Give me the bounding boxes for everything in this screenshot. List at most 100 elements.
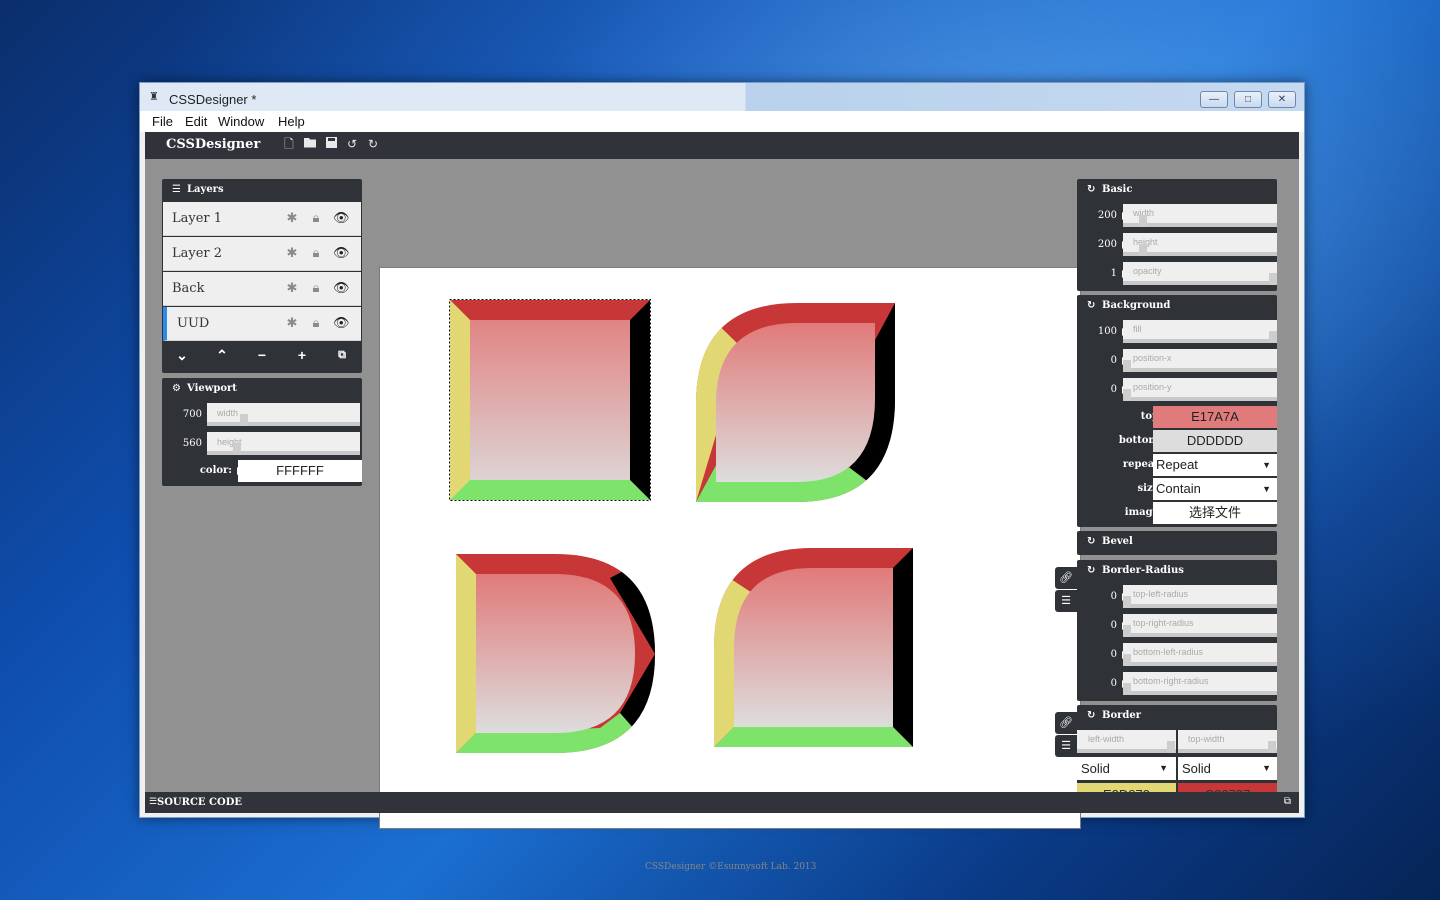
lock-icon[interactable]: 🔒︎ xyxy=(309,211,323,225)
move-up-icon[interactable]: ⌃ xyxy=(214,347,230,363)
slider-track xyxy=(207,422,360,426)
background-fill-slider[interactable]: fill xyxy=(1123,320,1277,343)
background-fill-value: 100 xyxy=(1097,326,1117,337)
top-style-select[interactable]: Solid ▼ xyxy=(1178,757,1277,780)
menu-file[interactable]: File xyxy=(152,114,173,129)
list-icon[interactable]: ☰ xyxy=(1055,590,1077,612)
slider-knob[interactable] xyxy=(1269,331,1277,343)
reset-icon[interactable]: ↻ xyxy=(1087,705,1099,727)
background-panel-header[interactable]: ↻ Background xyxy=(1077,295,1277,317)
list-icon[interactable]: ☰ xyxy=(1055,735,1077,757)
slider-knob[interactable] xyxy=(1167,741,1175,753)
open-folder-icon[interactable] xyxy=(303,137,317,151)
shape-leaf[interactable] xyxy=(696,303,896,503)
slider-knob[interactable] xyxy=(1123,683,1131,695)
bevel-panel[interactable]: ↻ Bevel xyxy=(1077,531,1277,555)
slider-knob[interactable] xyxy=(1139,215,1147,227)
background-position-x-slider[interactable]: position-x xyxy=(1123,349,1277,372)
link-icon[interactable]: 🔗︎ xyxy=(1055,712,1077,734)
eye-icon[interactable]: 👁︎ xyxy=(333,211,350,225)
maximize-button[interactable]: □ xyxy=(1234,91,1262,108)
basic-width-slider[interactable]: width xyxy=(1123,204,1277,227)
duplicate-layer-icon[interactable]: ⧉ xyxy=(334,347,350,363)
background-repeat-select[interactable]: Repeat ▼ xyxy=(1153,454,1277,476)
new-file-icon[interactable]: 🗋 xyxy=(282,137,296,151)
choose-file-button[interactable]: 选择文件 xyxy=(1153,502,1277,524)
background-size-select[interactable]: Contain ▼ xyxy=(1153,478,1277,500)
menu-edit[interactable]: Edit xyxy=(185,114,207,129)
move-down-icon[interactable]: ⌄ xyxy=(174,347,190,363)
slider-knob[interactable] xyxy=(1123,654,1131,666)
bottom-left-radius-slider[interactable]: bottom-left-radius xyxy=(1123,643,1277,666)
eye-icon[interactable]: 👁︎ xyxy=(333,281,350,295)
source-code-bar[interactable]: ☰ SOURCE CODE ⧉ xyxy=(145,792,1299,813)
dropdown-arrow-icon: ▼ xyxy=(1262,763,1271,773)
top-right-radius-slider[interactable]: top-right-radius xyxy=(1123,614,1277,637)
reset-icon[interactable]: ↻ xyxy=(1087,295,1099,317)
bottom-right-radius-value: 0 xyxy=(1110,678,1117,689)
asterisk-icon[interactable]: ✱ xyxy=(285,211,299,225)
bevel-panel-header[interactable]: ↻ Bevel xyxy=(1077,531,1277,553)
undo-icon[interactable]: ↺ xyxy=(345,137,359,151)
left-style-select[interactable]: Solid ▼ xyxy=(1077,757,1176,780)
link-icon[interactable]: 🔗︎ xyxy=(1055,567,1077,589)
slider-knob[interactable] xyxy=(1269,273,1277,285)
background-position-y-slider[interactable]: position-y xyxy=(1123,378,1277,401)
viewport-height-slider[interactable]: height xyxy=(207,432,360,455)
close-button[interactable]: ✕ xyxy=(1268,91,1296,108)
slider-knob[interactable] xyxy=(1123,360,1131,372)
layer-row-layer-1[interactable]: Layer 1 ✱ 🔒︎ 👁︎ xyxy=(163,202,361,236)
reset-icon[interactable]: ↻ xyxy=(1087,560,1099,582)
remove-layer-icon[interactable]: − xyxy=(254,347,270,363)
add-layer-icon[interactable]: + xyxy=(294,347,310,363)
viewport-color-input[interactable]: FFFFFF xyxy=(238,460,362,482)
slider-knob[interactable] xyxy=(240,414,248,426)
top-color-input[interactable]: C83737 xyxy=(1178,783,1277,792)
eye-icon[interactable]: 👁︎ xyxy=(333,246,350,260)
layer-row-layer-2[interactable]: Layer 2 ✱ 🔒︎ 👁︎ xyxy=(163,237,361,271)
layer-name: Layer 2 xyxy=(172,246,223,261)
top-left-radius-slider[interactable]: top-left-radius xyxy=(1123,585,1277,608)
expand-icon[interactable]: ⧉ xyxy=(1284,796,1291,807)
left-style-value: Solid xyxy=(1081,761,1110,776)
lock-icon[interactable]: 🔒︎ xyxy=(309,246,323,260)
bottom-right-radius-slider[interactable]: bottom-right-radius xyxy=(1123,672,1277,695)
layer-row-uud[interactable]: UUD ✱ 🔒︎ 👁︎ xyxy=(163,307,361,341)
border-panel-header[interactable]: ↻ Border xyxy=(1077,705,1277,727)
shape-d[interactable] xyxy=(456,554,656,754)
top-width-slider[interactable]: top-width xyxy=(1178,730,1277,753)
design-canvas[interactable] xyxy=(379,267,1081,829)
basic-opacity-slider[interactable]: opacity xyxy=(1123,262,1277,285)
minimize-button[interactable]: — xyxy=(1200,91,1228,108)
lock-icon[interactable]: 🔒︎ xyxy=(309,281,323,295)
reset-icon[interactable]: ↻ xyxy=(1087,179,1099,201)
lock-icon[interactable]: 🔒︎ xyxy=(309,316,323,330)
viewport-width-slider[interactable]: width xyxy=(207,403,360,426)
shape-square[interactable] xyxy=(450,300,650,500)
slider-knob[interactable] xyxy=(1139,244,1147,256)
shape-rounded-corner[interactable] xyxy=(714,548,914,748)
reset-icon[interactable]: ↻ xyxy=(1087,531,1099,553)
slider-knob[interactable] xyxy=(233,443,241,455)
menu-help[interactable]: Help xyxy=(278,114,305,129)
menu-window[interactable]: Window xyxy=(218,114,264,129)
save-icon[interactable] xyxy=(324,137,338,151)
slider-knob[interactable] xyxy=(1123,389,1131,401)
slider-knob[interactable] xyxy=(1123,596,1131,608)
slider-knob[interactable] xyxy=(1123,625,1131,637)
left-color-input[interactable]: E2D873 xyxy=(1077,783,1176,792)
slider-knob[interactable] xyxy=(1268,741,1276,753)
left-width-slider[interactable]: left-width xyxy=(1077,730,1176,753)
layer-row-back[interactable]: Back ✱ 🔒︎ 👁︎ xyxy=(163,272,361,306)
border-radius-panel-header[interactable]: ↻ Border-Radius xyxy=(1077,560,1277,582)
background-top-color-input[interactable]: E17A7A xyxy=(1153,406,1277,428)
asterisk-icon[interactable]: ✱ xyxy=(285,281,299,295)
asterisk-icon[interactable]: ✱ xyxy=(285,316,299,330)
basic-panel-header[interactable]: ↻ Basic xyxy=(1077,179,1277,201)
basic-height-slider[interactable]: height xyxy=(1123,233,1277,256)
asterisk-icon[interactable]: ✱ xyxy=(285,246,299,260)
background-bottom-color-input[interactable]: DDDDDD xyxy=(1153,430,1277,452)
border-radius-title: Border-Radius xyxy=(1102,565,1184,576)
eye-icon[interactable]: 👁︎ xyxy=(333,316,350,330)
redo-icon[interactable]: ↻ xyxy=(366,137,380,151)
